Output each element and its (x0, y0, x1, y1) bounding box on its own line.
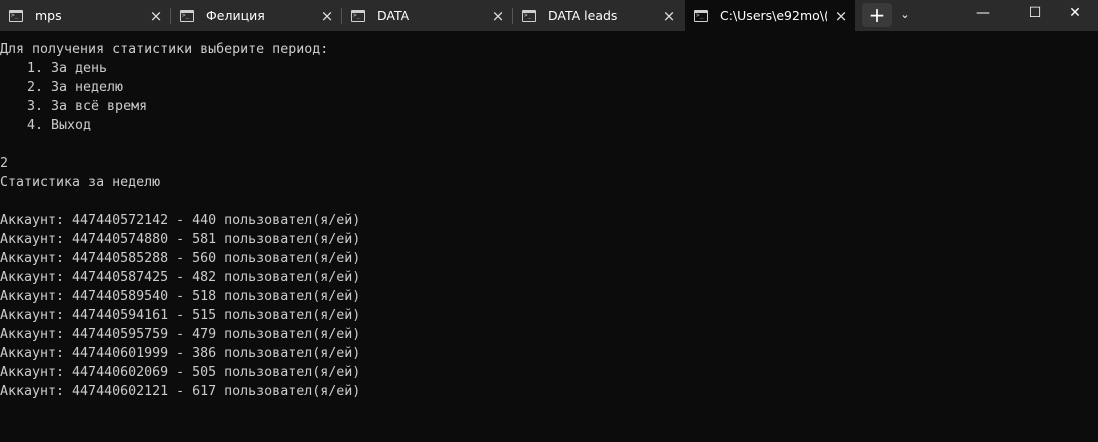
prompt-line: Для получения статистики выберите период… (0, 42, 329, 57)
tab-label: Фелиция (206, 8, 265, 23)
tab-label: mps (35, 8, 62, 23)
new-tab-button[interactable]: + (862, 3, 892, 27)
terminal-icon (9, 9, 23, 22)
menu-item: 1. За день (27, 61, 108, 76)
account-line: Аккаунт: 447440587425 - 482 пользовател(… (0, 270, 361, 285)
tab-data-leads[interactable]: DATA leads × (513, 0, 683, 31)
tab-label: DATA (377, 8, 410, 23)
close-icon[interactable]: × (827, 7, 855, 25)
account-line: Аккаунт: 447440602069 - 505 пользовател(… (0, 365, 361, 380)
tab-label: DATA leads (548, 8, 618, 23)
account-line: Аккаунт: 447440585288 - 560 пользовател(… (0, 251, 361, 266)
account-line: Аккаунт: 447440572142 - 440 пользовател(… (0, 213, 361, 228)
account-line: Аккаунт: 447440601999 - 386 пользовател(… (0, 346, 361, 361)
account-line: Аккаунт: 447440574880 - 581 пользовател(… (0, 232, 361, 247)
close-icon[interactable]: × (484, 7, 512, 25)
chevron-down-icon[interactable]: ⌄ (892, 3, 918, 27)
window-close-button[interactable]: ✕ (1052, 0, 1098, 31)
menu-item: 4. Выход (27, 118, 92, 133)
terminal-icon (694, 9, 708, 22)
account-line: Аккаунт: 447440602121 - 617 пользовател(… (0, 384, 361, 399)
close-icon[interactable]: × (142, 7, 170, 25)
account-line: Аккаунт: 447440594161 - 515 пользовател(… (0, 308, 361, 323)
terminal-icon (522, 9, 536, 22)
terminal-output[interactable]: Для получения статистики выберите период… (0, 31, 1098, 442)
minimize-button[interactable]: — (960, 0, 1006, 31)
menu-item: 2. За неделю (27, 80, 124, 95)
tab-label: C:\Users\e92mo\( (720, 8, 827, 23)
user-input: 2 (0, 156, 9, 171)
account-line: Аккаунт: 447440595759 - 479 пользовател(… (0, 327, 361, 342)
close-icon[interactable]: × (655, 7, 683, 25)
tab-cmd-active[interactable]: C:\Users\e92mo\( × (685, 0, 855, 31)
title-bar: mps × Фелиция × DATA × DATA leads × C:\U… (0, 0, 1098, 31)
tab-data[interactable]: DATA × (342, 0, 512, 31)
terminal-icon (180, 9, 194, 22)
terminal-icon (351, 9, 365, 22)
tab-felicia[interactable]: Фелиция × (171, 0, 341, 31)
tab-mps[interactable]: mps × (0, 0, 170, 31)
result-title: Статистика за неделю (0, 175, 161, 190)
menu-item: 3. За всё время (27, 99, 148, 114)
account-line: Аккаунт: 447440589540 - 518 пользовател(… (0, 289, 361, 304)
close-icon[interactable]: × (313, 7, 341, 25)
